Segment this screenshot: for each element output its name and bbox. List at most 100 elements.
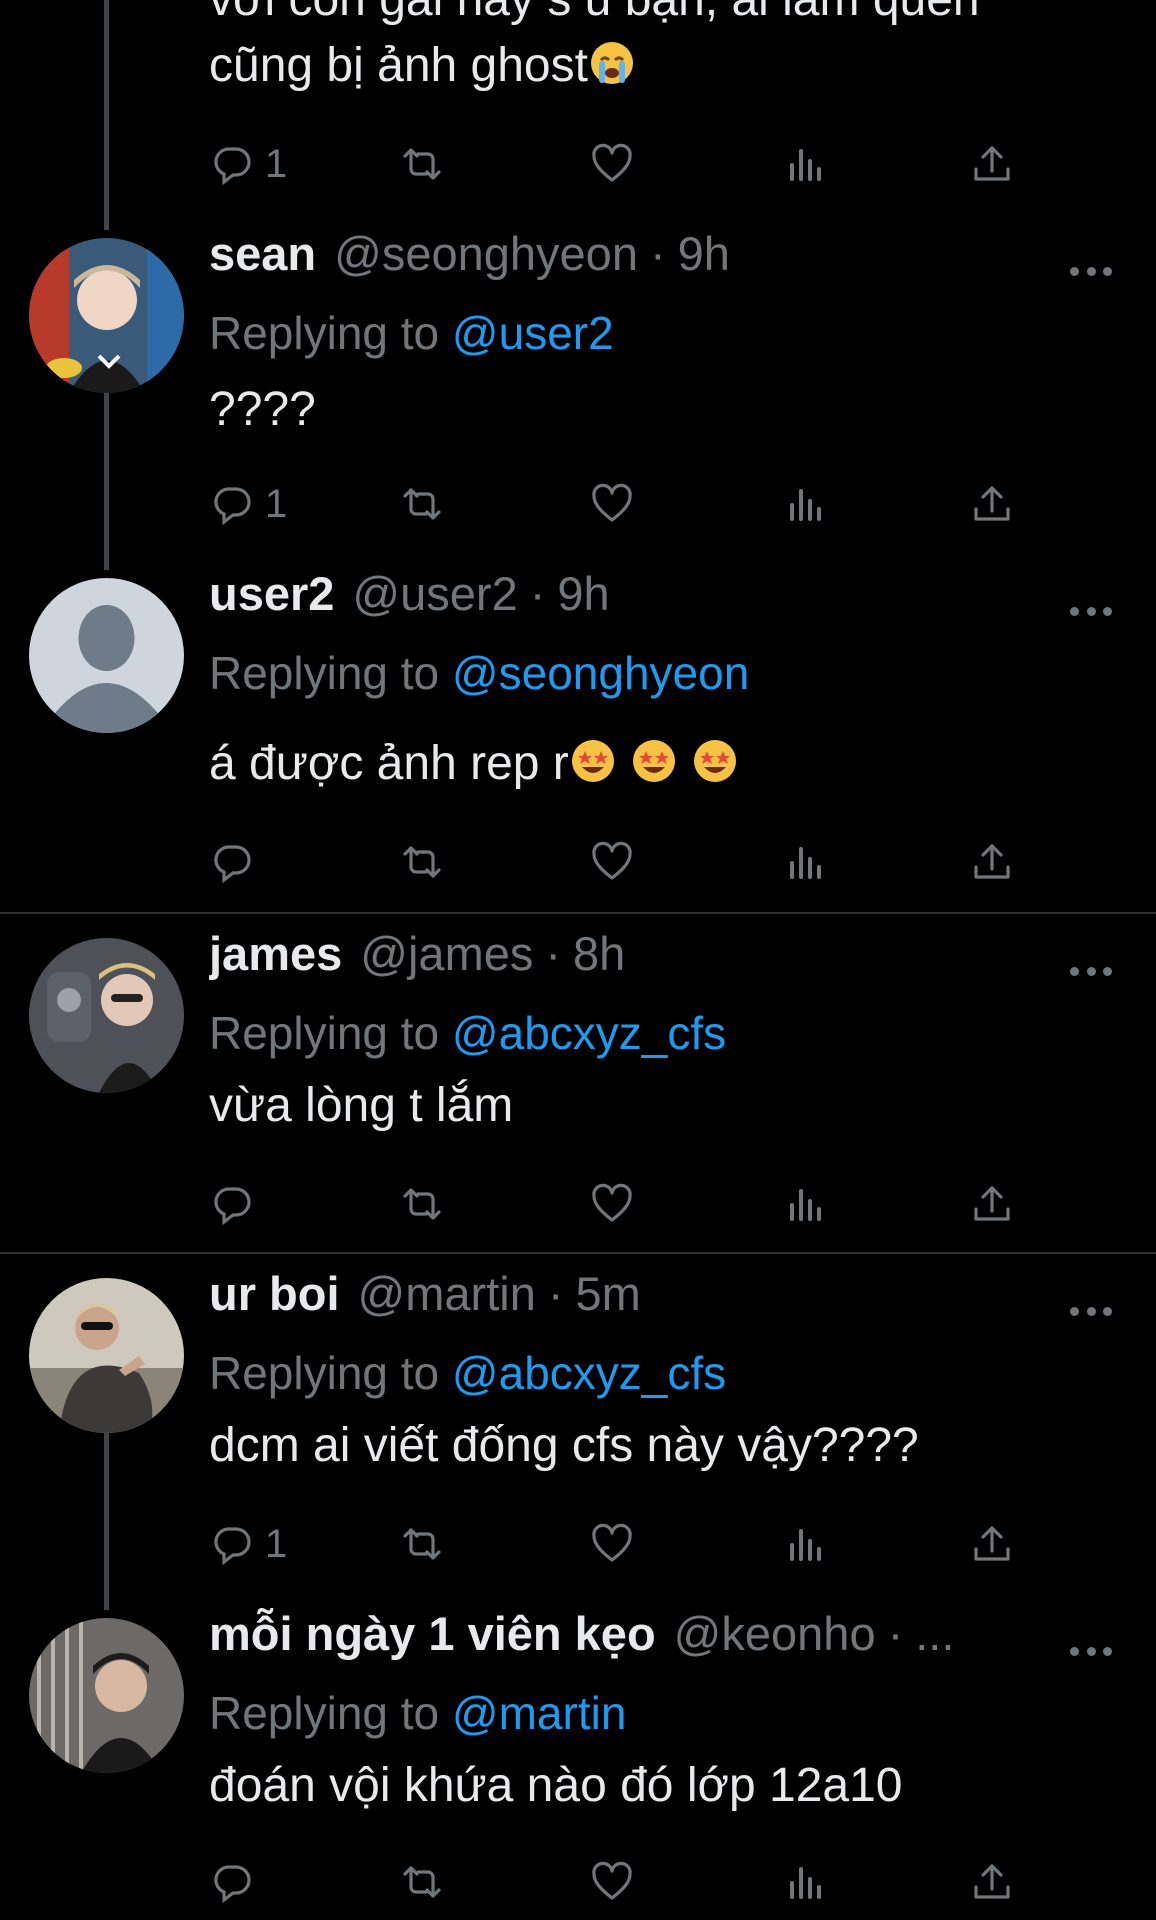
- tweet-text: vừa lòng t lắm: [209, 1079, 514, 1132]
- timestamp[interactable]: ...: [915, 1606, 954, 1661]
- views-button[interactable]: [782, 1518, 828, 1570]
- display-name[interactable]: sean: [209, 226, 316, 281]
- reply-count: 1: [265, 481, 288, 526]
- tweet-fragment-top[interactable]: với con gái này s ủ bạn, ai làm quen cũn…: [0, 0, 1156, 230]
- retweet-icon: [403, 488, 441, 520]
- views-icon: [790, 489, 821, 521]
- tweet[interactable]: mỗi ngày 1 viên kẹo @keonho · ... Replyi…: [0, 1607, 1156, 1920]
- share-button[interactable]: [969, 478, 1015, 530]
- like-button[interactable]: [589, 1856, 635, 1908]
- replying-to-label: Replying to: [209, 647, 440, 699]
- replying-to: Replying to @abcxyz_cfs: [209, 1346, 726, 1400]
- more-icon[interactable]: [1070, 604, 1112, 618]
- mention-link[interactable]: @abcxyz_cfs: [452, 1347, 726, 1399]
- views-button[interactable]: [782, 478, 828, 530]
- reply-button[interactable]: 1: [209, 138, 287, 190]
- tweet-actions: [209, 1178, 1029, 1230]
- like-button[interactable]: [589, 478, 635, 530]
- retweet-icon: [403, 1528, 441, 1560]
- views-button[interactable]: [782, 836, 828, 888]
- heart-icon: [592, 1183, 632, 1222]
- star-struck-emoji: [633, 740, 676, 782]
- reply-button[interactable]: 1: [209, 1518, 287, 1570]
- share-button[interactable]: [969, 1518, 1015, 1570]
- retweet-button[interactable]: [399, 1856, 445, 1908]
- heart-icon: [592, 841, 632, 880]
- timestamp[interactable]: 8h: [573, 926, 625, 981]
- reply-icon: [214, 1865, 251, 1904]
- tweet[interactable]: ur boi @martin · 5m Replying to @abcxyz_…: [0, 1267, 1156, 1610]
- share-button[interactable]: [969, 1178, 1015, 1230]
- retweet-button[interactable]: [399, 1518, 445, 1570]
- mention-link[interactable]: @martin: [452, 1687, 627, 1739]
- more-icon[interactable]: [1070, 1644, 1112, 1658]
- separator-dot: ·: [547, 1267, 564, 1320]
- display-name[interactable]: mỗi ngày 1 viên kẹo: [209, 1606, 656, 1661]
- retweet-icon: [403, 846, 441, 878]
- mention-link[interactable]: @seonghyeon: [452, 647, 749, 699]
- timestamp[interactable]: 5m: [576, 1266, 641, 1321]
- more-icon[interactable]: [1070, 264, 1112, 278]
- timestamp[interactable]: 9h: [557, 566, 609, 621]
- retweet-button[interactable]: [399, 836, 445, 888]
- timestamp[interactable]: 9h: [678, 226, 730, 281]
- separator-dot: ·: [545, 927, 562, 980]
- reply-button[interactable]: [209, 836, 265, 888]
- retweet-button[interactable]: [399, 1178, 445, 1230]
- reply-icon: [214, 147, 251, 186]
- like-button[interactable]: [589, 138, 635, 190]
- tweet-actions: 1: [209, 138, 1029, 190]
- share-icon: [974, 146, 1010, 181]
- like-button[interactable]: [589, 1178, 635, 1230]
- replying-to-label: Replying to: [209, 1687, 440, 1739]
- share-button[interactable]: [969, 138, 1015, 190]
- replying-to-label: Replying to: [209, 1347, 440, 1399]
- share-button[interactable]: [969, 1856, 1015, 1908]
- display-name[interactable]: james: [209, 926, 342, 981]
- views-button[interactable]: [782, 138, 828, 190]
- tweet-header: ur boi @martin · 5m: [209, 1266, 1046, 1326]
- user-handle[interactable]: @user2: [352, 566, 517, 621]
- tweet-text: ????: [209, 383, 316, 436]
- like-button[interactable]: [589, 836, 635, 888]
- mention-link[interactable]: @user2: [452, 307, 614, 359]
- user-handle[interactable]: @martin: [358, 1266, 536, 1321]
- heart-icon: [592, 483, 632, 522]
- tweet-text: dcm ai viết đống cfs này vậy????: [209, 1419, 919, 1472]
- more-icon[interactable]: [1070, 964, 1112, 978]
- tweet-header: sean @seonghyeon · 9h: [209, 226, 1046, 286]
- retweet-button[interactable]: [399, 138, 445, 190]
- mention-link[interactable]: @abcxyz_cfs: [452, 1007, 726, 1059]
- share-icon: [974, 1186, 1010, 1221]
- divider: [0, 912, 1156, 914]
- tweet[interactable]: user2 @user2 · 9h Replying to @seonghyeo…: [0, 567, 1156, 912]
- tweet[interactable]: sean @seonghyeon · 9h Replying to @user2…: [0, 227, 1156, 570]
- avatar[interactable]: [29, 1618, 184, 1773]
- avatar[interactable]: [29, 938, 184, 1093]
- avatar[interactable]: [29, 578, 184, 733]
- views-button[interactable]: [782, 1856, 828, 1908]
- retweet-icon: [403, 148, 441, 180]
- share-icon: [974, 486, 1010, 521]
- reply-button[interactable]: [209, 1178, 265, 1230]
- views-button[interactable]: [782, 1178, 828, 1230]
- more-icon[interactable]: [1070, 1304, 1112, 1318]
- reply-button[interactable]: 1: [209, 478, 287, 530]
- avatar[interactable]: [29, 1278, 184, 1433]
- reply-thread-feed: với con gái này s ủ bạn, ai làm quen cũn…: [0, 0, 1156, 1920]
- user-handle[interactable]: @keonho: [674, 1606, 876, 1661]
- views-icon: [790, 847, 821, 879]
- reply-button[interactable]: [209, 1856, 265, 1908]
- heart-icon: [592, 143, 632, 182]
- display-name[interactable]: ur boi: [209, 1266, 340, 1321]
- tweet[interactable]: james @james · 8h Replying to @abcxyz_cf…: [0, 927, 1156, 1252]
- heart-icon: [592, 1523, 632, 1562]
- tweet-actions: [209, 1856, 1029, 1908]
- share-button[interactable]: [969, 836, 1015, 888]
- user-handle[interactable]: @james: [360, 926, 533, 981]
- like-button[interactable]: [589, 1518, 635, 1570]
- avatar[interactable]: [29, 238, 184, 393]
- display-name[interactable]: user2: [209, 566, 334, 621]
- retweet-button[interactable]: [399, 478, 445, 530]
- user-handle[interactable]: @seonghyeon: [334, 226, 638, 281]
